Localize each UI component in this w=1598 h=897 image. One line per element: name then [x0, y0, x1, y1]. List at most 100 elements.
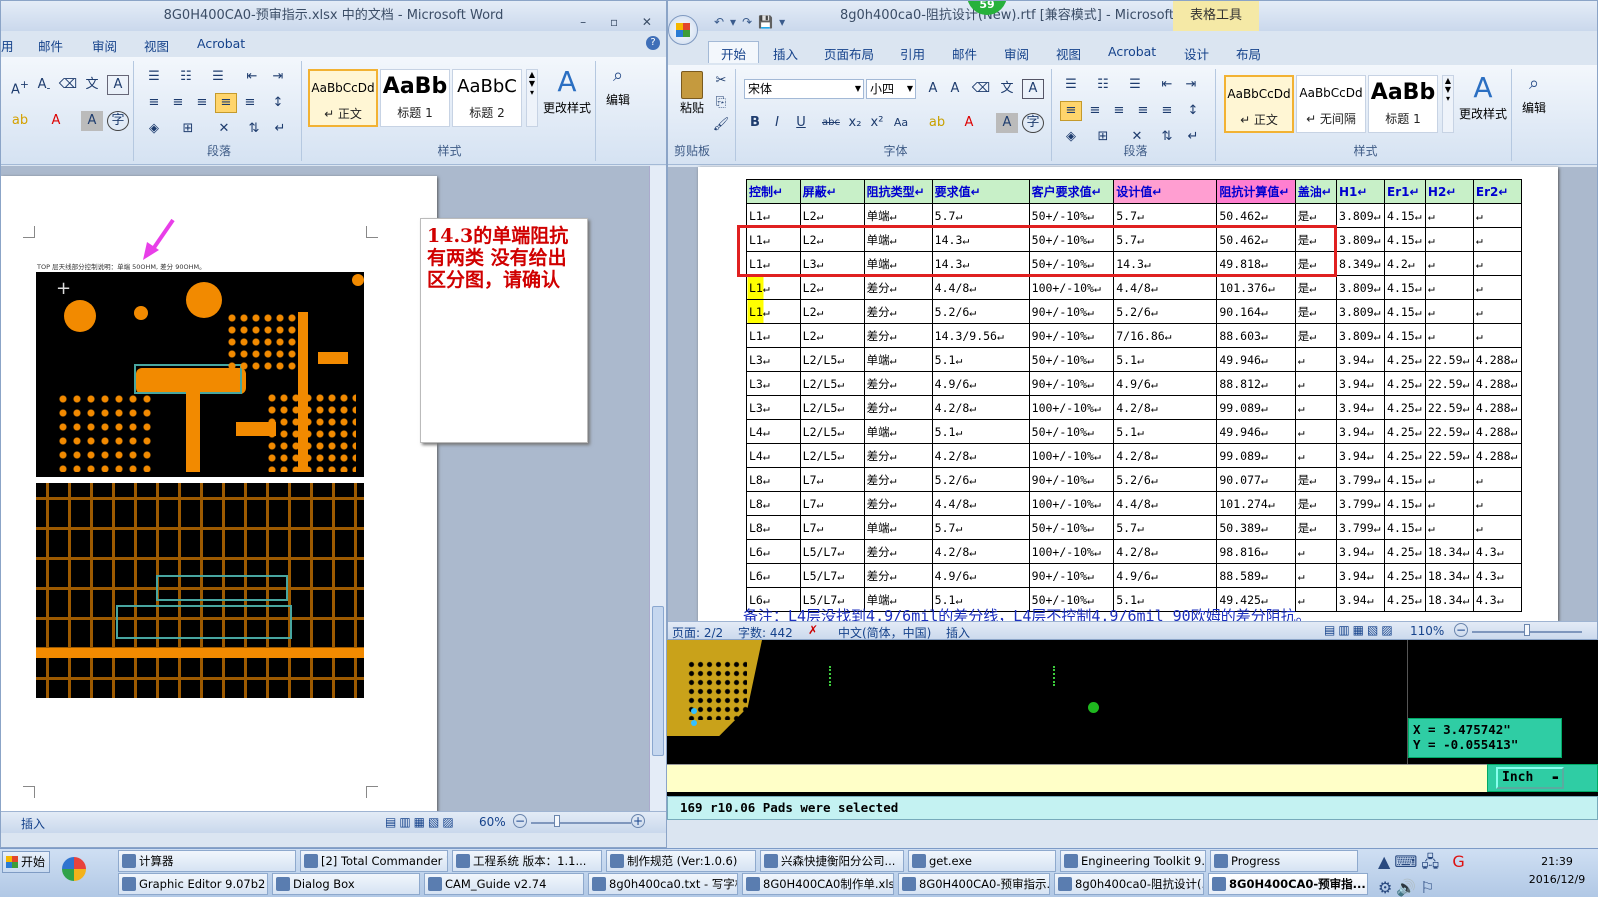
table-cell[interactable]: 差分↵: [863, 323, 933, 348]
table-cell[interactable]: 5.2/6↵: [931, 467, 1030, 492]
start-button[interactable]: 开始: [2, 851, 50, 873]
table-cell[interactable]: 88.603↵: [1216, 323, 1296, 348]
table-cell[interactable]: ↵: [1472, 515, 1523, 540]
align-center-icon[interactable]: ≡: [1084, 101, 1106, 121]
table-cell[interactable]: 98.816↵: [1216, 539, 1296, 564]
table-cell[interactable]: 90+/-10%↵: [1028, 563, 1115, 588]
table-cell[interactable]: ↵: [1294, 395, 1338, 420]
table-cell[interactable]: ↵: [1472, 299, 1523, 324]
superscript-icon[interactable]: x²: [866, 113, 888, 133]
table-cell[interactable]: 4.15↵: [1384, 227, 1426, 252]
table-cell[interactable]: 4.2/8↵: [931, 395, 1030, 420]
italic-icon[interactable]: I: [766, 113, 788, 133]
table-cell[interactable]: 是↵: [1294, 515, 1338, 540]
table-cell[interactable]: ↵: [1424, 467, 1474, 492]
table-cell[interactable]: ↵: [1424, 323, 1474, 348]
table-cell[interactable]: 3.94↵: [1336, 443, 1386, 468]
subscript-icon[interactable]: x₂: [844, 113, 866, 133]
table-cell[interactable]: ↵: [1472, 251, 1523, 276]
table-cell[interactable]: 4.25↵: [1384, 395, 1426, 420]
table-header-cell[interactable]: 阻抗计算值↵: [1216, 179, 1296, 204]
phonetic-icon[interactable]: 文: [996, 79, 1018, 99]
align-left-icon[interactable]: ≡: [143, 93, 165, 113]
quicklaunch-icon[interactable]: [62, 857, 86, 881]
style-no-spacing[interactable]: AaBbCcDd ↵ 无间隔: [1296, 75, 1366, 133]
left-zoom-level[interactable]: 60%: [479, 815, 506, 829]
tab-references[interactable]: 引用: [900, 44, 925, 63]
table-cell[interactable]: 3.94↵: [1336, 395, 1386, 420]
highlight-icon[interactable]: ab: [926, 113, 948, 133]
left-insert-mode[interactable]: 插入: [21, 815, 45, 832]
numbering-icon[interactable]: ☷: [1092, 75, 1114, 95]
table-cell[interactable]: 3.94↵: [1336, 539, 1386, 564]
show-marks-icon[interactable]: ↵: [269, 119, 291, 139]
table-cell[interactable]: 差分↵: [863, 443, 933, 468]
table-header-cell[interactable]: H2↵: [1424, 179, 1474, 204]
taskbar-button[interactable]: 兴森快捷衡阳分公司...: [760, 850, 904, 872]
sort-icon[interactable]: ⇅: [243, 119, 265, 139]
table-cell[interactable]: L2↵: [799, 323, 865, 348]
table-cell[interactable]: ↵: [1424, 251, 1474, 276]
table-cell[interactable]: 88.812↵: [1216, 371, 1296, 396]
table-cell[interactable]: L2/L5↵: [799, 371, 865, 396]
right-insert-mode[interactable]: 插入: [946, 624, 970, 639]
table-cell[interactable]: 差分↵: [863, 275, 933, 300]
table-cell[interactable]: 4.2/8↵: [1113, 443, 1218, 468]
table-cell[interactable]: 3.799↵: [1336, 515, 1386, 540]
table-cell[interactable]: 4.288↵: [1472, 395, 1523, 420]
table-cell[interactable]: ↵: [1294, 539, 1338, 564]
page-count[interactable]: 页面: 2/2: [672, 624, 723, 639]
table-cell[interactable]: 22.59↵: [1424, 419, 1474, 444]
taskbar-button[interactable]: 计算器: [118, 850, 296, 872]
clear-format-icon[interactable]: ⌫: [57, 75, 79, 95]
table-cell[interactable]: 90.077↵: [1216, 467, 1296, 492]
table-cell[interactable]: L8↵: [746, 467, 801, 492]
table-cell[interactable]: 4.2↵: [1384, 251, 1426, 276]
justify-icon[interactable]: ≡: [1132, 101, 1154, 121]
taskbar-button[interactable]: 8G0H400CA0-预审指...: [1208, 873, 1368, 895]
table-cell[interactable]: 单端↵: [863, 347, 933, 372]
taskbar-button[interactable]: 8G0H400CA0制作单.xls...: [742, 873, 894, 895]
table-cell[interactable]: 88.589↵: [1216, 563, 1296, 588]
table-cell[interactable]: 5.1↵: [1113, 419, 1218, 444]
table-cell[interactable]: 4.288↵: [1472, 371, 1523, 396]
table-cell[interactable]: 90+/-10%↵: [1028, 371, 1115, 396]
table-cell[interactable]: 50.389↵: [1216, 515, 1296, 540]
table-cell[interactable]: L1↵: [746, 299, 801, 324]
table-cell[interactable]: 4.2/8↵: [931, 539, 1030, 564]
table-cell[interactable]: L2↵: [799, 203, 865, 228]
clock[interactable]: 21:39 2016/12/9: [1518, 853, 1596, 889]
system-tray-icons[interactable]: ▲⌨🖧 G ⚙🔊⚐: [1378, 851, 1516, 897]
table-cell[interactable]: 99.089↵: [1216, 443, 1296, 468]
table-cell[interactable]: 18.34↵: [1424, 539, 1474, 564]
table-cell[interactable]: 5.2/6↵: [931, 299, 1030, 324]
table-cell[interactable]: ↵: [1424, 491, 1474, 516]
align-center-icon[interactable]: ≡: [167, 93, 189, 113]
table-cell[interactable]: L4↵: [746, 419, 801, 444]
table-cell[interactable]: 4.3↵: [1472, 539, 1523, 564]
table-cell[interactable]: 3.809↵: [1336, 323, 1386, 348]
taskbar-button[interactable]: 8g0h400ca0.txt - 写字板: [588, 873, 738, 895]
table-cell[interactable]: L3↵: [746, 395, 801, 420]
line-spacing-icon[interactable]: ↕: [1182, 101, 1204, 121]
tab-design[interactable]: 设计: [1184, 44, 1209, 63]
style-normal[interactable]: AaBbCcDd ↵ 正文: [1224, 75, 1294, 133]
table-cell[interactable]: ↵: [1424, 227, 1474, 252]
strikethrough-icon[interactable]: abc: [820, 113, 842, 133]
table-cell[interactable]: 4.3↵: [1472, 563, 1523, 588]
increase-indent-icon[interactable]: ⇥: [1180, 75, 1202, 95]
taskbar-button[interactable]: 制作规范 (Ver:1.0.6): [606, 850, 756, 872]
table-cell[interactable]: 4.15↵: [1384, 515, 1426, 540]
table-cell[interactable]: L7↵: [799, 467, 865, 492]
table-cell[interactable]: 4.9/6↵: [1113, 371, 1218, 396]
table-cell[interactable]: 5.1↵: [931, 419, 1030, 444]
style-normal[interactable]: AaBbCcDd ↵ 正文: [308, 69, 378, 127]
tab-home[interactable]: 开始: [708, 41, 760, 63]
table-cell[interactable]: 22.59↵: [1424, 371, 1474, 396]
table-cell[interactable]: 3.94↵: [1336, 419, 1386, 444]
zoom-slider-thumb[interactable]: [1524, 624, 1530, 636]
table-cell[interactable]: 101.376↵: [1216, 275, 1296, 300]
table-cell[interactable]: 3.799↵: [1336, 491, 1386, 516]
table-cell[interactable]: 8.349↵: [1336, 251, 1386, 276]
taskbar-button[interactable]: Progress: [1210, 850, 1358, 872]
